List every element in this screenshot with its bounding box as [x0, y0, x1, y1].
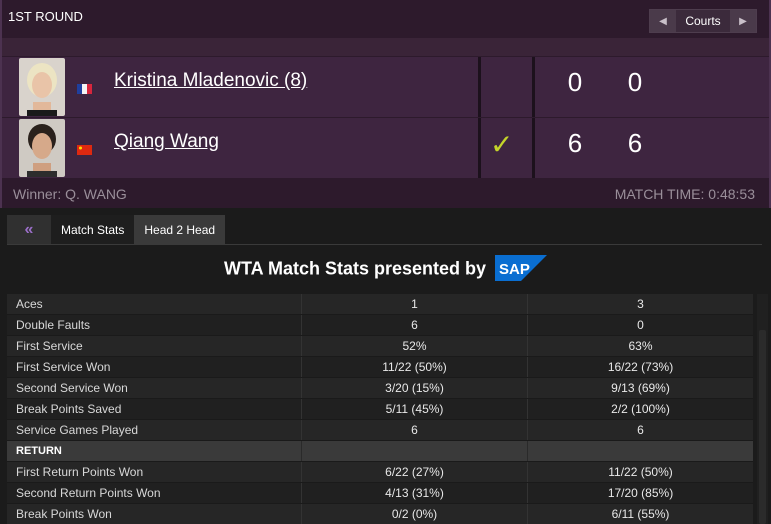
- player-row: Qiang Wang ✓ 6 6: [2, 118, 769, 178]
- stat-player2-value: 11/22 (50%): [527, 462, 753, 482]
- player-name-link[interactable]: Qiang Wang: [114, 131, 219, 153]
- stats-tabs: « Match Stats Head 2 Head: [7, 215, 226, 244]
- stat-label: Second Return Points Won: [16, 486, 161, 500]
- stat-label: First Service Won: [16, 360, 111, 374]
- stat-player2-value: 9/13 (69%): [527, 378, 753, 398]
- stat-player2-value: 16/22 (73%): [527, 357, 753, 377]
- player-name-link[interactable]: Kristina Mladenovic (8): [114, 70, 307, 92]
- tab-head-2-head[interactable]: Head 2 Head: [134, 215, 226, 244]
- stat-player2-value: 6: [527, 420, 753, 440]
- stat-player1-value: [301, 441, 527, 461]
- player-photo-image: [19, 58, 65, 116]
- winner-check-icon: ✓: [490, 129, 514, 160]
- winner-bar: Winner: Q. WANG MATCH TIME: 0:48:53: [2, 179, 769, 208]
- stat-row: Double Faults 6 0: [7, 315, 753, 336]
- stat-player1-value: 52%: [301, 336, 527, 356]
- stat-player2-value: [527, 441, 753, 461]
- stat-row: First Service 52% 63%: [7, 336, 753, 357]
- stat-player1-value: 3/20 (15%): [301, 378, 527, 398]
- player-row: Kristina Mladenovic (8) 0 0: [2, 57, 769, 117]
- stat-player2-value: 2/2 (100%): [527, 399, 753, 419]
- china-flag-icon: [77, 142, 92, 155]
- column-divider: [532, 118, 535, 178]
- stat-row: Service Games Played 6 6: [7, 420, 753, 441]
- round-label: 1ST ROUND: [8, 9, 83, 24]
- stat-player1-value: 0/2 (0%): [301, 504, 527, 524]
- stat-player2-value: 0: [527, 315, 753, 335]
- player-photo: [19, 58, 65, 116]
- tabs-divider: [7, 244, 762, 245]
- stat-player2-value: 17/20 (85%): [527, 483, 753, 503]
- winner-text: Winner: Q. WANG: [13, 186, 127, 202]
- column-divider: [532, 57, 535, 117]
- double-chevron-left-icon: «: [24, 220, 34, 238]
- match-header: 1ST ROUND ◀ Courts ▶ Kristina Mladenovic…: [0, 0, 771, 208]
- stat-label: RETURN: [16, 445, 62, 457]
- stat-player1-value: 6: [301, 315, 527, 335]
- courts-next-button[interactable]: ▶: [730, 10, 756, 32]
- stat-row: Second Return Points Won 4/13 (31%) 17/20 …: [7, 483, 753, 504]
- stat-label: Second Service Won: [16, 381, 128, 395]
- stat-row: Second Service Won 3/20 (15%) 9/13 (69%): [7, 378, 753, 399]
- stat-player1-value: 5/11 (45%): [301, 399, 527, 419]
- player-photo-image: [19, 119, 65, 177]
- stat-label: Double Faults: [16, 318, 91, 332]
- stat-player1-value: 4/13 (31%): [301, 483, 527, 503]
- stat-player2-value: 63%: [527, 336, 753, 356]
- france-flag-icon: [77, 81, 92, 94]
- sap-logo-text: SAP: [499, 261, 530, 278]
- stats-title: WTA Match Stats presented by SAP: [0, 255, 771, 282]
- set-score: 6: [567, 128, 583, 158]
- stat-label: Service Games Played: [16, 423, 139, 437]
- set-score: 0: [567, 67, 583, 97]
- set-score: 0: [627, 67, 643, 97]
- set-score: 6: [627, 128, 643, 158]
- courts-selector[interactable]: ◀ Courts ▶: [649, 9, 757, 33]
- stat-row: Break Points Won 0/2 (0%) 6/11 (55%): [7, 504, 753, 524]
- header-band: [2, 38, 769, 56]
- stat-label: First Service: [16, 339, 83, 353]
- scrollbar-thumb[interactable]: [759, 330, 766, 524]
- stat-player2-value: 3: [527, 294, 753, 314]
- stat-player1-value: 6: [301, 420, 527, 440]
- stat-player2-value: 6/11 (55%): [527, 504, 753, 524]
- stat-player1-value: 1: [301, 294, 527, 314]
- stats-table: Aces 1 3 Double Faults 6 0 First Service 52% 63%…: [7, 294, 753, 524]
- scrollbar[interactable]: [757, 294, 768, 524]
- stat-row: Aces 1 3: [7, 294, 753, 315]
- stat-row: First Return Points Won 6/22 (27%) 11/22 (…: [7, 462, 753, 483]
- courts-label[interactable]: Courts: [676, 14, 730, 28]
- stat-row: Break Points Saved 5/11 (45%) 2/2 (100%): [7, 399, 753, 420]
- column-divider: [478, 57, 481, 117]
- stats-title-text: WTA Match Stats presented by: [223, 258, 487, 279]
- arrow-left-icon: ◀: [659, 15, 667, 27]
- courts-prev-button[interactable]: ◀: [650, 10, 676, 32]
- tab-match-stats[interactable]: Match Stats: [51, 215, 135, 244]
- arrow-right-icon: ▶: [739, 15, 747, 27]
- stat-label: First Return Points Won: [16, 465, 144, 479]
- back-button[interactable]: «: [7, 215, 51, 244]
- section-header-row: RETURN: [7, 441, 753, 462]
- stat-label: Break Points Saved: [16, 402, 122, 416]
- stat-label: Aces: [16, 297, 43, 311]
- column-divider: [478, 118, 481, 178]
- sap-logo: SAP: [495, 255, 548, 281]
- match-time: MATCH TIME: 0:48:53: [614, 186, 755, 202]
- stat-label: Break Points Won: [16, 507, 112, 521]
- stat-player1-value: 11/22 (50%): [301, 357, 527, 377]
- stat-row: First Service Won 11/22 (50%) 16/22 (73%): [7, 357, 753, 378]
- player-photo: [19, 119, 65, 177]
- stat-player1-value: 6/22 (27%): [301, 462, 527, 482]
